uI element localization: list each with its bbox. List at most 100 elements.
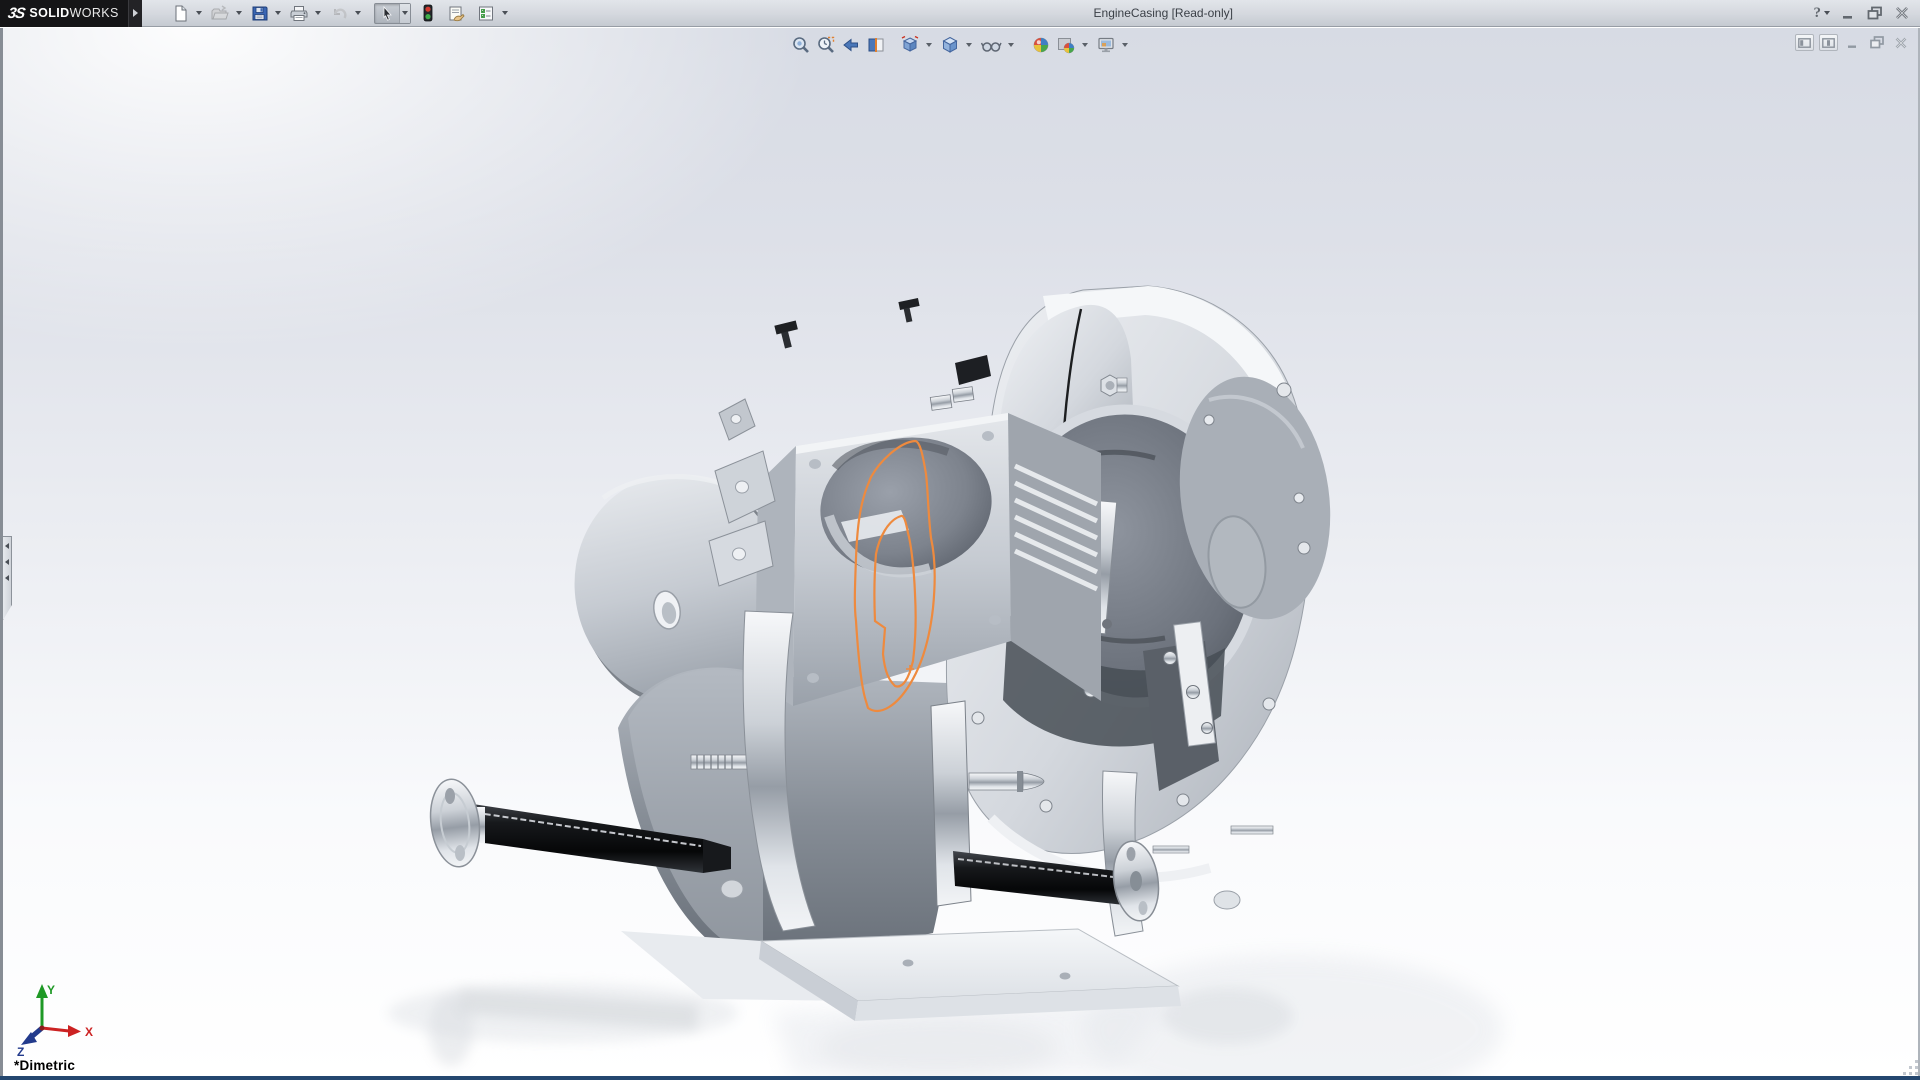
open-folder-icon bbox=[211, 5, 229, 22]
minimize-icon bbox=[1840, 6, 1856, 20]
triad-z-label: Z bbox=[17, 1045, 24, 1059]
model-black-bolt[interactable] bbox=[955, 355, 991, 385]
save-floppy-icon bbox=[251, 5, 268, 22]
triad-x-label: X bbox=[85, 1025, 93, 1039]
triad-y-label: Y bbox=[47, 983, 55, 997]
rebuild-button[interactable] bbox=[421, 2, 435, 24]
doc-restore-icon bbox=[1869, 36, 1885, 49]
select-dropdown-arrow bbox=[402, 11, 408, 15]
open-dropdown-arrow[interactable] bbox=[236, 11, 242, 15]
display-style-dropdown[interactable] bbox=[966, 43, 972, 47]
close-icon bbox=[1894, 6, 1910, 20]
options-checklist-icon bbox=[477, 5, 495, 22]
collapse-arrow-icon bbox=[5, 575, 9, 581]
select-tool-group bbox=[374, 3, 411, 24]
display-style-button[interactable] bbox=[939, 34, 961, 56]
doc-minimize-button[interactable] bbox=[1843, 34, 1862, 51]
graphics-area[interactable]: Y X Z *Dimetric bbox=[0, 28, 1920, 1076]
brand-text: SOLIDWORKS bbox=[29, 6, 118, 20]
hide-show-items-button[interactable] bbox=[979, 34, 1003, 56]
menu-expand-button[interactable] bbox=[128, 0, 142, 27]
window-bottom-border bbox=[0, 1076, 1920, 1080]
model-chrome-studs[interactable] bbox=[930, 387, 974, 411]
new-document-button[interactable] bbox=[170, 3, 191, 24]
apply-scene-dropdown[interactable] bbox=[1082, 43, 1088, 47]
undo-dropdown-arrow[interactable] bbox=[355, 11, 361, 15]
view-orientation-dropdown[interactable] bbox=[926, 43, 932, 47]
view-settings-button[interactable] bbox=[1095, 34, 1117, 56]
model-top-studs bbox=[774, 298, 919, 348]
solidworks-window: 3S SOLIDWORKS bbox=[0, 0, 1920, 1080]
doc-restore-button[interactable] bbox=[1867, 34, 1886, 51]
view-orientation-button[interactable] bbox=[899, 34, 921, 56]
undo-button[interactable] bbox=[328, 3, 350, 24]
menu-expand-arrow-icon bbox=[133, 9, 138, 17]
engine-casing-model[interactable] bbox=[3, 28, 1920, 1076]
previous-view-icon bbox=[841, 35, 861, 55]
print-icon bbox=[290, 5, 308, 22]
previous-view-button[interactable] bbox=[840, 34, 862, 56]
titlebar: 3S SOLIDWORKS bbox=[0, 0, 1920, 27]
brand-light: WORKS bbox=[70, 6, 119, 20]
rebuild-traffic-light-icon bbox=[423, 4, 433, 22]
triad-x-arrow bbox=[68, 1025, 81, 1037]
doc-minimize-icon bbox=[1846, 37, 1860, 49]
section-view-icon bbox=[866, 35, 886, 55]
document-window-controls bbox=[1795, 34, 1910, 51]
document-title: EngineCasing [Read-only] bbox=[513, 6, 1814, 20]
resize-grip[interactable] bbox=[1894, 1059, 1918, 1075]
doc-close-icon bbox=[1894, 37, 1908, 49]
zoom-to-area-icon bbox=[816, 35, 836, 55]
pane-right-button[interactable] bbox=[1819, 34, 1838, 51]
hide-show-items-dropdown[interactable] bbox=[1008, 43, 1014, 47]
headsup-view-toolbar bbox=[790, 34, 1132, 56]
help-dropdown-arrow bbox=[1824, 11, 1830, 15]
display-style-cube-icon bbox=[940, 35, 960, 55]
edit-appearance-button[interactable] bbox=[1030, 34, 1052, 56]
new-dropdown-arrow[interactable] bbox=[196, 11, 202, 15]
standard-toolbar bbox=[170, 2, 513, 24]
view-orientation-label: *Dimetric bbox=[14, 1058, 75, 1073]
pane-right-icon bbox=[1822, 38, 1835, 48]
open-button[interactable] bbox=[209, 3, 231, 24]
section-view-button[interactable] bbox=[865, 34, 887, 56]
view-orientation-cube-icon bbox=[900, 35, 920, 55]
zoom-to-fit-icon bbox=[791, 35, 811, 55]
apply-scene-button[interactable] bbox=[1055, 34, 1077, 56]
window-controls: ? bbox=[1814, 5, 1920, 22]
options-dropdown-arrow[interactable] bbox=[502, 11, 508, 15]
select-dropdown-button[interactable] bbox=[399, 4, 410, 23]
zoom-to-fit-button[interactable] bbox=[790, 34, 812, 56]
new-document-icon bbox=[172, 5, 189, 22]
restore-icon bbox=[1866, 6, 1884, 20]
apply-scene-icon bbox=[1056, 35, 1076, 55]
save-button[interactable] bbox=[249, 3, 270, 24]
print-button[interactable] bbox=[288, 3, 310, 24]
file-properties-icon bbox=[447, 5, 465, 22]
collapse-arrow-icon bbox=[5, 543, 9, 549]
minimize-button[interactable] bbox=[1840, 6, 1856, 20]
file-properties-button[interactable] bbox=[445, 3, 467, 24]
save-dropdown-arrow[interactable] bbox=[275, 11, 281, 15]
collapse-arrow-icon bbox=[5, 559, 9, 565]
reference-triad: Y X Z bbox=[9, 980, 99, 1060]
pane-left-button[interactable] bbox=[1795, 34, 1814, 51]
select-button[interactable] bbox=[375, 4, 399, 23]
doc-close-button[interactable] bbox=[1891, 34, 1910, 51]
close-button[interactable] bbox=[1894, 6, 1910, 20]
eyeglasses-icon bbox=[980, 35, 1002, 55]
help-icon: ? bbox=[1814, 5, 1822, 22]
select-cursor-icon bbox=[379, 5, 395, 22]
view-settings-monitor-icon bbox=[1096, 35, 1116, 55]
brand-bold: SOLID bbox=[29, 6, 69, 20]
print-dropdown-arrow[interactable] bbox=[315, 11, 321, 15]
pane-left-icon bbox=[1798, 38, 1811, 48]
options-button[interactable] bbox=[475, 3, 497, 24]
help-button[interactable]: ? bbox=[1814, 5, 1831, 22]
view-settings-dropdown[interactable] bbox=[1122, 43, 1128, 47]
solidworks-logo: 3S SOLIDWORKS bbox=[0, 0, 128, 27]
logo-mark-icon: 3S bbox=[7, 5, 26, 22]
restore-button[interactable] bbox=[1866, 6, 1884, 20]
appearance-ball-icon bbox=[1031, 35, 1051, 55]
zoom-to-area-button[interactable] bbox=[815, 34, 837, 56]
